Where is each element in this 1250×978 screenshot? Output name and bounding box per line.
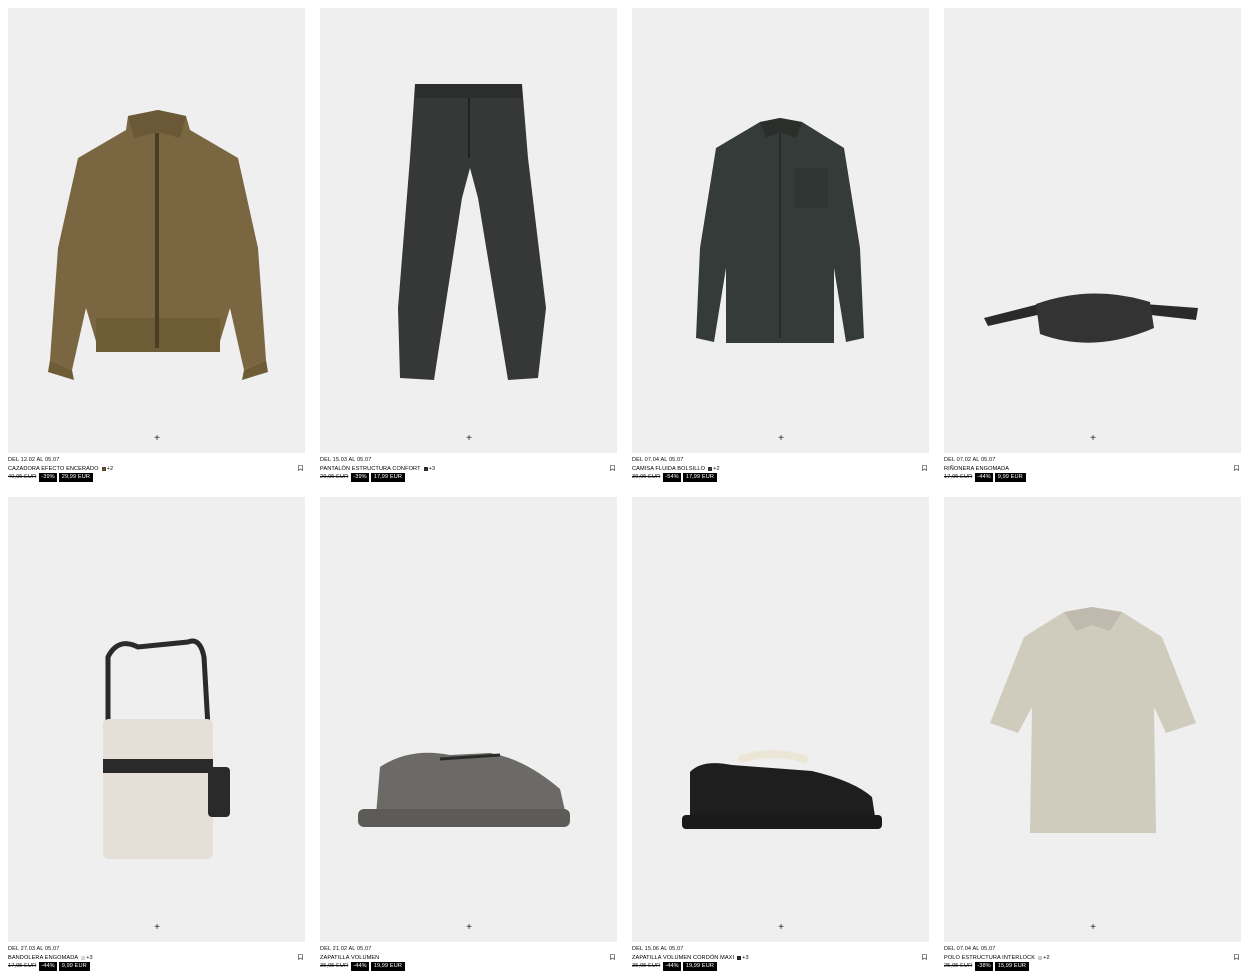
- trousers-image: [398, 84, 546, 380]
- product-name[interactable]: POLO ESTRUCTURA INTERLOCK: [944, 954, 1035, 963]
- discount-badge: -54%: [663, 473, 681, 482]
- color-swatch[interactable]: [423, 466, 428, 471]
- add-icon[interactable]: +: [1087, 433, 1099, 445]
- add-icon[interactable]: +: [463, 922, 475, 934]
- product-card[interactable]: + DEL 07.04 AL 05.07 CAMISA FLUIDA BOLSI…: [632, 8, 929, 489]
- original-price: 25,95 EUR: [944, 963, 973, 969]
- more-colors: +3: [428, 465, 436, 472]
- product-card[interactable]: + DEL 15.03 AL 05.07 PANTALÓN ESTRUCTURA…: [320, 8, 617, 489]
- discount-badge: -39%: [39, 473, 57, 482]
- product-grid: + DEL 12.02 AL 05.07 CAZADORA EFECTO ENC…: [8, 8, 1241, 978]
- original-price: 29,95 EUR: [320, 474, 349, 480]
- promo-dates: DEL 07.04 AL 05.07: [632, 457, 684, 463]
- product-card[interactable]: + DEL 07.04 AL 05.07 POLO ESTRUCTURA INT…: [944, 497, 1241, 978]
- bookmark-icon[interactable]: [1234, 465, 1239, 471]
- discount-badge: -44%: [351, 962, 369, 971]
- bookmark-icon[interactable]: [610, 954, 615, 960]
- discount-badge: -39%: [351, 473, 369, 482]
- chunky-sneaker-image: [358, 752, 570, 827]
- product-name[interactable]: ZAPATILLA VOLUMEN: [320, 954, 379, 963]
- product-name[interactable]: ZAPATILLA VOLUMEN CORDÓN MAXI: [632, 954, 734, 963]
- color-swatch[interactable]: [101, 466, 106, 471]
- bookmark-icon[interactable]: [610, 465, 615, 471]
- sale-price: 19,99 EUR: [682, 962, 717, 971]
- jacket-image: [48, 110, 268, 380]
- product-card[interactable]: + DEL 21.02 AL 05.07 ZAPATILLA VOLUMEN 3…: [320, 497, 617, 978]
- promo-dates: DEL 21.02 AL 05.07: [320, 946, 372, 952]
- more-colors: +3: [86, 954, 93, 961]
- add-icon[interactable]: +: [463, 433, 475, 445]
- promo-dates: DEL 27.03 AL 05.07: [8, 946, 60, 952]
- bookmark-icon[interactable]: [298, 954, 303, 960]
- color-swatch[interactable]: [1038, 955, 1043, 960]
- discount-badge: -44%: [39, 962, 57, 971]
- add-icon[interactable]: +: [151, 433, 163, 445]
- product-photo[interactable]: +: [944, 497, 1241, 942]
- original-price: 35,95 EUR: [320, 963, 349, 969]
- skate-sneaker-image: [682, 750, 882, 829]
- more-colors: +2: [713, 465, 720, 472]
- sale-price: 17,99 EUR: [682, 473, 717, 482]
- promo-dates: DEL 12.02 AL 05.07: [8, 457, 60, 463]
- product-photo[interactable]: +: [8, 497, 305, 942]
- product-card[interactable]: + DEL 12.02 AL 05.07 CAZADORA EFECTO ENC…: [8, 8, 305, 489]
- product-name[interactable]: BANDOLERA ENGOMADA: [8, 954, 78, 963]
- add-icon[interactable]: +: [775, 433, 787, 445]
- sale-price: 15,99 EUR: [994, 962, 1029, 971]
- promo-dates: DEL 15.06 AL 05.07: [632, 946, 684, 952]
- polo-image: [990, 607, 1196, 833]
- add-icon[interactable]: +: [1087, 922, 1099, 934]
- shirt-image: [696, 118, 864, 343]
- product-name[interactable]: CAZADORA EFECTO ENCERADO: [8, 465, 99, 474]
- sale-price: 19,99 EUR: [370, 962, 405, 971]
- sale-price: 9,99 EUR: [58, 962, 90, 971]
- product-photo[interactable]: +: [8, 8, 305, 453]
- original-price: 17,95 EUR: [944, 474, 973, 480]
- more-colors: +2: [106, 465, 114, 472]
- product-photo[interactable]: +: [632, 8, 929, 453]
- discount-badge: -38%: [975, 962, 993, 971]
- product-photo[interactable]: +: [632, 497, 929, 942]
- sale-price: 9,99 EUR: [994, 473, 1026, 482]
- product-name[interactable]: PANTALÓN ESTRUCTURA CONFORT: [320, 465, 421, 474]
- belt-bag-image: [984, 293, 1198, 343]
- add-icon[interactable]: +: [151, 922, 163, 934]
- product-card[interactable]: + DEL 27.03 AL 05.07 BANDOLERA ENGOMADA …: [8, 497, 305, 978]
- product-photo[interactable]: +: [320, 497, 617, 942]
- bookmark-icon[interactable]: [922, 954, 927, 960]
- promo-dates: DEL 15.03 AL 05.07: [320, 457, 372, 463]
- promo-dates: DEL 07.04 AL 05.07: [944, 946, 996, 952]
- product-name[interactable]: RIÑONERA ENGOMADA: [944, 465, 1009, 474]
- bookmark-icon[interactable]: [298, 465, 303, 471]
- original-price: 39,95 EUR: [632, 474, 661, 480]
- original-price: 49,95 EUR: [8, 474, 37, 480]
- crossbody-bag-image: [103, 638, 230, 859]
- bookmark-icon[interactable]: [922, 465, 927, 471]
- original-price: 35,95 EUR: [632, 963, 661, 969]
- color-swatch[interactable]: [708, 466, 713, 471]
- discount-badge: -44%: [975, 473, 993, 482]
- more-colors: +2: [1043, 954, 1050, 961]
- product-photo[interactable]: +: [944, 8, 1241, 453]
- product-name[interactable]: CAMISA FLUIDA BOLSILLO: [632, 465, 705, 474]
- more-colors: +3: [742, 954, 749, 961]
- product-photo[interactable]: +: [320, 8, 617, 453]
- discount-badge: -44%: [663, 962, 681, 971]
- add-icon[interactable]: +: [775, 922, 787, 934]
- color-swatch[interactable]: [737, 955, 742, 960]
- product-card[interactable]: + DEL 07.02 AL 05.07 RIÑONERA ENGOMADA 1…: [944, 8, 1241, 489]
- promo-dates: DEL 07.02 AL 05.07: [944, 457, 996, 463]
- original-price: 17,95 EUR: [8, 963, 37, 969]
- product-card[interactable]: + DEL 15.06 AL 05.07 ZAPATILLA VOLUMEN C…: [632, 497, 929, 978]
- bookmark-icon[interactable]: [1234, 954, 1239, 960]
- color-swatch[interactable]: [81, 955, 86, 960]
- sale-price: 17,99 EUR: [370, 473, 405, 482]
- sale-price: 29,99 EUR: [58, 473, 93, 482]
